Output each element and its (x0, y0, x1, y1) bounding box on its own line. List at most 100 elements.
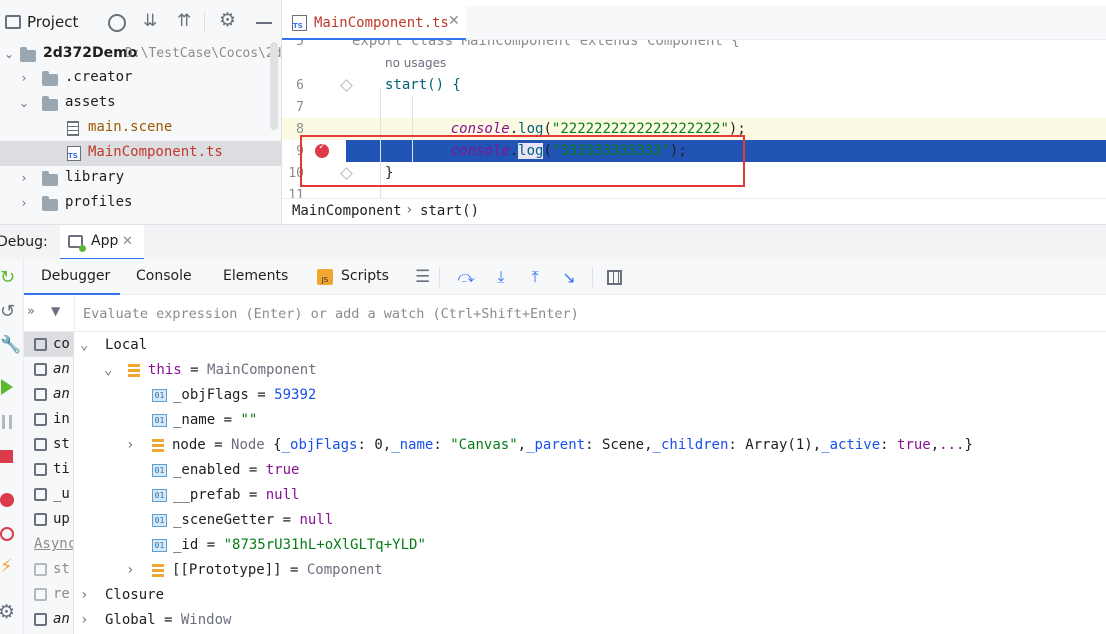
locate-icon[interactable] (108, 14, 126, 32)
var-enabled[interactable]: 01 _enabled = true (152, 458, 299, 483)
frame-item[interactable]: st (34, 557, 70, 582)
chevron-down-icon[interactable]: ⌄ (17, 96, 31, 110)
folder-icon (42, 171, 58, 186)
tab-elements[interactable]: Elements (223, 268, 288, 284)
frame-item[interactable]: in (34, 407, 70, 432)
header-divider (204, 12, 205, 32)
frame-item[interactable]: st (34, 432, 70, 457)
run-to-cursor-icon[interactable]: ↘ (559, 259, 579, 295)
primitive-icon: 01 (152, 538, 167, 552)
chevron-right-icon[interactable]: › (80, 608, 100, 633)
wrench-icon[interactable]: 🔧 (0, 335, 21, 355)
object-icon (128, 363, 140, 377)
step-out-icon[interactable]: ⤒ (525, 259, 545, 295)
folder-icon (42, 96, 58, 111)
refresh-icon[interactable]: ↺ (0, 301, 15, 322)
frame-icon (34, 462, 47, 476)
var-objflags[interactable]: 01 _objFlags = 59392 (152, 383, 316, 408)
session-tab-app[interactable]: App ✕ (60, 225, 144, 260)
debug-toolbar: Debugger Console Elements JS Scripts ☰ ⤼… (24, 259, 1106, 295)
frame-item[interactable]: an (34, 607, 70, 632)
folder-icon (42, 71, 58, 86)
var-this[interactable]: ⌄ this = MainComponent (104, 358, 317, 383)
var-name[interactable]: 01 _name = "" (152, 408, 257, 433)
tree-item-label: assets (65, 94, 116, 110)
chevron-right-icon[interactable]: › (17, 196, 31, 210)
tree-item-main-scene[interactable]: main.scene (0, 116, 281, 141)
frame-item[interactable]: re (34, 582, 70, 607)
scrollbar[interactable] (270, 42, 278, 130)
stop-icon[interactable] (0, 450, 13, 463)
collapse-all-icon[interactable]: ⇈ (177, 11, 191, 31)
tab-scripts[interactable]: Scripts (341, 268, 389, 284)
chevron-right-icon[interactable]: › (80, 583, 100, 608)
rerun-icon[interactable]: ↻ (0, 267, 15, 288)
chevron-right-icon[interactable]: › (126, 433, 152, 458)
tree-item-root[interactable]: ⌄ 2d372Demo D:\TestCase\Cocos\2d (0, 42, 281, 67)
frame-item[interactable]: an (34, 357, 70, 382)
var-scenegetter[interactable]: 01 _sceneGetter = null (152, 508, 333, 533)
var-prefab[interactable]: 01 __prefab = null (152, 483, 299, 508)
chevron-down-icon[interactable]: ⌄ (104, 358, 124, 383)
chevron-right-icon[interactable]: › (126, 558, 152, 583)
tree-item-maincomponent[interactable]: TS MainComponent.ts (0, 141, 281, 166)
step-over-icon[interactable]: ⤼ (456, 259, 476, 295)
gear-icon[interactable]: ⚙ (0, 601, 15, 623)
mute-breakpoints-icon[interactable] (0, 527, 14, 541)
project-title[interactable]: Project (27, 13, 78, 31)
view-breakpoints-icon[interactable] (0, 493, 14, 507)
code-editor[interactable]: 5 export class MainComponent extends Com… (282, 40, 1106, 198)
frame-item[interactable]: an (34, 382, 70, 407)
scope-local[interactable]: ⌄ Local (80, 333, 147, 358)
chevron-right-icon[interactable]: › (17, 171, 31, 185)
tree-item-profiles[interactable]: › profiles (0, 191, 281, 216)
project-view-icon[interactable] (5, 15, 21, 29)
debug-label: Debug: (0, 234, 48, 250)
pause-icon[interactable] (2, 415, 12, 429)
scope-global[interactable]: › Global = Window (80, 608, 231, 633)
code-hint: no usages (385, 56, 447, 70)
tab-maincomponent[interactable]: TS MainComponent.ts ✕ (282, 6, 466, 40)
code-line: export class MainComponent extends Compo… (352, 40, 740, 49)
more-icon[interactable]: » (27, 304, 35, 319)
tab-label: MainComponent.ts (314, 15, 449, 31)
breadcrumb-method[interactable]: start() (420, 203, 479, 219)
breadcrumb-separator: › (405, 202, 414, 218)
expand-all-icon[interactable]: ⇊ (143, 11, 157, 31)
frame-icon (34, 362, 47, 376)
var-prototype[interactable]: › [[Prototype]] = Component (126, 558, 383, 583)
evaluate-table-icon[interactable] (607, 270, 622, 285)
frame-item[interactable]: ti (34, 457, 70, 482)
frame-item[interactable]: co (34, 332, 70, 357)
minimize-icon[interactable] (256, 22, 272, 24)
tab-console[interactable]: Console (136, 268, 192, 284)
gear-icon[interactable]: ⚙ (219, 9, 236, 31)
triangle-down-icon[interactable]: ▼ (51, 304, 60, 318)
breadcrumb-class[interactable]: MainComponent (292, 203, 402, 219)
step-into-icon[interactable]: ⤓ (491, 259, 511, 295)
tree-item-library[interactable]: › library (0, 166, 281, 191)
lightning-icon[interactable]: ⚡ (0, 556, 13, 577)
frame-icon (34, 562, 47, 576)
scope-closure[interactable]: › Closure (80, 583, 164, 608)
chevron-down-icon[interactable]: ⌄ (80, 333, 100, 358)
frame-icon (34, 487, 47, 501)
evaluate-expression-input[interactable]: Evaluate expression (Enter) or add a wat… (83, 306, 579, 322)
frame-item[interactable]: up (34, 507, 70, 532)
close-icon[interactable]: ✕ (122, 234, 133, 249)
chevron-right-icon[interactable]: › (17, 71, 31, 85)
frame-item[interactable]: _u (34, 482, 70, 507)
editor-tabs: TS MainComponent.ts ✕ (282, 6, 1106, 40)
resume-icon[interactable] (1, 379, 13, 395)
tree-item-creator[interactable]: › .creator (0, 66, 281, 91)
var-id[interactable]: 01 _id = "8735rU31hL+oXlGLTq+YLD" (152, 533, 426, 558)
menu-icon[interactable]: ☰ (415, 267, 430, 287)
tab-debugger[interactable]: Debugger (24, 259, 120, 295)
tab-label: Debugger (41, 268, 111, 284)
chevron-down-icon[interactable]: ⌄ (2, 47, 16, 61)
fold-icon[interactable] (340, 79, 353, 92)
close-icon[interactable]: ✕ (448, 13, 460, 29)
frame-icon (34, 437, 47, 451)
var-node[interactable]: › node = Node {_objFlags: 0,_name: "Canva… (126, 433, 973, 458)
tree-item-assets[interactable]: ⌄ assets (0, 91, 281, 116)
